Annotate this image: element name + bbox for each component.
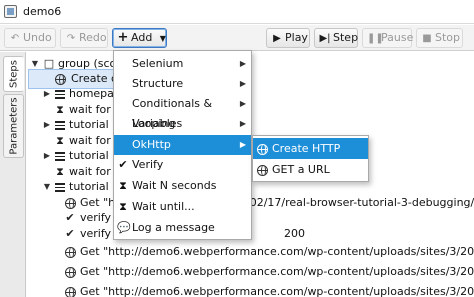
globe-icon bbox=[257, 159, 268, 180]
menu-item-wait-until[interactable]: ⧗ Wait until... bbox=[114, 197, 251, 217]
menu-item-selenium[interactable]: Selenium ▶ bbox=[114, 54, 251, 74]
menu-item-create-http-client[interactable]: Create HTTP client bbox=[253, 138, 368, 176]
chevron-down-icon: ▼ bbox=[159, 34, 166, 43]
toolbar: ↶ Undo ↷ Redo + Add ▼ ▶ Play ▶| Step ❚❚Pause … bbox=[0, 25, 474, 51]
stop-button[interactable]: ■ Stop bbox=[416, 28, 463, 48]
play-button[interactable]: ▶ Play bbox=[266, 28, 310, 48]
checkmark-icon: ✔ bbox=[118, 158, 128, 171]
title-bar: demo6 bbox=[0, 0, 474, 24]
submenu-arrow-icon: ▶ bbox=[239, 79, 246, 88]
pause-icon: ❚❚ bbox=[367, 33, 384, 44]
tree-row[interactable]: Get "http://demo6.webperformance.com/wp-… bbox=[27, 262, 474, 282]
add-menu: Selenium ▶ Structure ▶ Conditionals & Lo… bbox=[113, 50, 252, 240]
globe-icon bbox=[64, 262, 76, 282]
submenu-arrow-icon: ▶ bbox=[239, 119, 246, 128]
globe-icon bbox=[257, 138, 268, 159]
tree-row[interactable]: Get "http://demo6.webperformance.com/wp-… bbox=[27, 242, 474, 262]
menu-item-log-message[interactable]: 💬 Log a message bbox=[114, 218, 251, 238]
add-button[interactable]: + Add ▼ bbox=[112, 28, 167, 48]
globe-icon bbox=[64, 282, 76, 297]
undo-button[interactable]: ↶ Undo bbox=[4, 28, 56, 48]
hourglass-icon: ⧗ bbox=[119, 200, 127, 213]
window-title: demo6 bbox=[23, 5, 62, 18]
redo-button[interactable]: ↷ Redo bbox=[60, 28, 108, 48]
undo-icon: ↶ bbox=[10, 33, 20, 44]
submenu-arrow-icon: ▶ bbox=[239, 59, 246, 68]
checkmark-icon: ✔ bbox=[65, 227, 75, 240]
speech-bubble-icon: 💬 bbox=[117, 221, 131, 234]
side-tab-strip: Steps Parameters bbox=[0, 52, 26, 297]
menu-item-variables[interactable]: Variables ▶ bbox=[114, 114, 251, 134]
tab-parameters[interactable]: Parameters bbox=[3, 94, 24, 158]
pause-button[interactable]: ❚❚Pause bbox=[362, 28, 413, 48]
stop-icon: ■ bbox=[422, 33, 432, 44]
menu-item-okhttp[interactable]: OkHttp ▶ bbox=[114, 135, 251, 155]
menu-item-wait-n-seconds[interactable]: ⧗ Wait N seconds bbox=[114, 176, 251, 196]
menu-item-get-url[interactable]: GET a URL bbox=[253, 159, 368, 180]
submenu-arrow-icon: ▶ bbox=[239, 99, 246, 108]
tree-row[interactable]: Get "http://demo6.webperformance.com/wp-… bbox=[27, 282, 474, 297]
redo-icon: ↷ bbox=[66, 33, 76, 44]
step-icon: ▶| bbox=[319, 33, 331, 44]
okhttp-submenu: Create HTTP client GET a URL bbox=[252, 135, 369, 182]
globe-icon bbox=[64, 242, 76, 262]
app-icon bbox=[4, 5, 17, 18]
plus-icon: + bbox=[117, 30, 129, 45]
submenu-arrow-icon: ▶ bbox=[239, 140, 246, 149]
tab-steps[interactable]: Steps bbox=[3, 56, 24, 92]
play-icon: ▶ bbox=[273, 33, 281, 44]
menu-item-structure[interactable]: Structure ▶ bbox=[114, 74, 251, 94]
step-button[interactable]: ▶| Step bbox=[314, 28, 358, 48]
menu-item-verify[interactable]: ✔ Verify bbox=[114, 155, 251, 175]
hourglass-icon: ⧗ bbox=[119, 179, 127, 192]
menu-item-conditionals-looping[interactable]: Conditionals & Looping ▶ bbox=[114, 94, 251, 130]
